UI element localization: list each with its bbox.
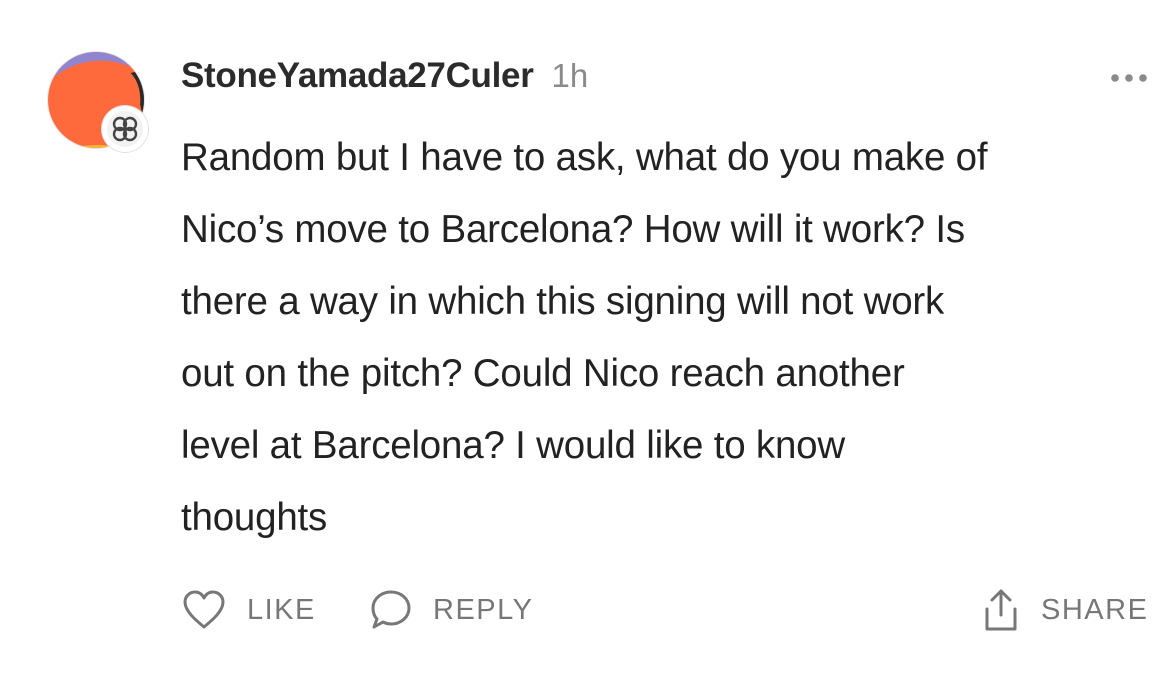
avatar[interactable] (48, 52, 148, 152)
like-label: LIKE (247, 593, 316, 626)
comment-header: StoneYamada27Culer 1h (181, 56, 588, 104)
like-button[interactable]: LIKE (181, 585, 316, 635)
share-arrow-icon (985, 589, 1017, 631)
timestamp[interactable]: 1h (552, 57, 589, 95)
username[interactable]: StoneYamada27Culer (181, 56, 534, 96)
reply-button[interactable]: REPLY (369, 585, 533, 635)
reply-label: REPLY (433, 593, 534, 626)
flower-knot-icon (112, 116, 138, 142)
share-button[interactable]: SHARE (981, 585, 1148, 635)
speech-bubble-icon (371, 590, 411, 629)
badge (102, 106, 148, 152)
ellipsis-icon (1111, 74, 1147, 82)
heart-icon (183, 590, 225, 629)
comment-actions: LIKE REPLY SHARE (181, 585, 1156, 635)
comment: StoneYamada27Culer 1h Random but I have … (0, 0, 1169, 676)
share-label: SHARE (1041, 593, 1149, 626)
comment-body: Random but I have to ask, what do you ma… (181, 136, 988, 539)
more-options-button[interactable] (1108, 64, 1150, 92)
